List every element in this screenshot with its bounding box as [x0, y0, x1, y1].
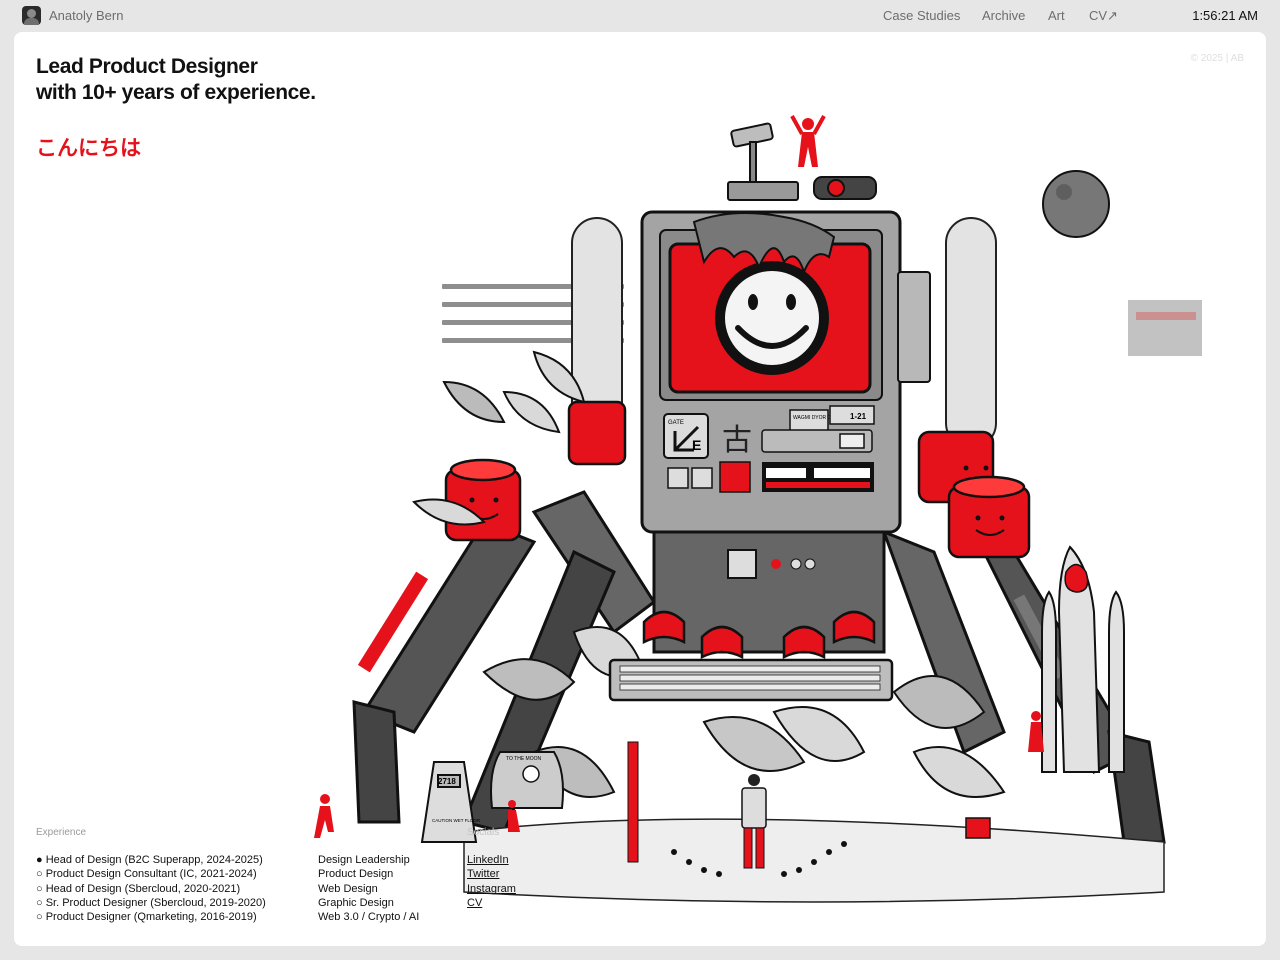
sticker-badge-icon [719, 461, 751, 493]
blurred-glitch-stripe [1136, 312, 1196, 320]
social-link-twitter[interactable]: Twitter [467, 868, 499, 880]
nav-case-studies[interactable]: Case Studies [883, 8, 960, 23]
red-box-icon [965, 817, 991, 839]
blurred-glitch-block [1128, 300, 1202, 356]
smiley-face-icon [715, 261, 829, 375]
kanji-sign: 古 [722, 423, 752, 458]
torso-light-red [771, 559, 781, 569]
nav-art[interactable]: Art [1048, 8, 1065, 23]
clock: 1:56:21 AM [1192, 8, 1258, 23]
caution-text: CAUTION WET FLOOR [432, 818, 481, 823]
headline: Lead Product Designer with 10+ years of … [36, 54, 316, 106]
robot-illustration: GATE E 古 WAGMI DYOR GM 1-21 2718 CAUTION… [314, 115, 1202, 903]
moon-icon [1042, 170, 1110, 238]
top-bar: Anatoly Bern Case Studies Archive Art CV… [0, 0, 1280, 32]
red-figure-cheering-icon [790, 115, 826, 167]
slider-knob [839, 433, 865, 449]
wagmi-text: WAGMI DYOR GM [793, 415, 836, 421]
torso-light-white-1 [790, 558, 802, 570]
experience-item: ○ Sr. Product Designer (Sbercloud, 2019-… [36, 896, 266, 909]
red-pole [627, 741, 639, 863]
socials-label: Socials [467, 827, 500, 838]
socials-list: LinkedIn Twitter Instagram CV [467, 853, 516, 910]
display-strip-block-left [766, 468, 806, 478]
torso-light-white-2 [804, 558, 816, 570]
skill-item: Product Design [318, 868, 394, 881]
skill-item: Web Design [318, 882, 378, 895]
skill-item: Graphic Design [318, 896, 394, 909]
moon-crater [1056, 184, 1072, 200]
nav-cv[interactable]: CV↗ [1089, 8, 1118, 24]
nav-archive[interactable]: Archive [982, 8, 1025, 23]
experience-item: ○ Product Designer (Qmarketing, 2016-201… [36, 911, 257, 924]
copyright: © 2025 | AB [1190, 53, 1244, 64]
skill-item: Web 3.0 / Crypto / AI [318, 911, 420, 924]
monitor-side-panel [897, 271, 931, 383]
avatar[interactable] [22, 6, 41, 25]
headline-line-1: Lead Product Designer [36, 55, 258, 78]
gate-letter: E [692, 437, 701, 453]
fan-icon [727, 549, 757, 579]
right-pillar [945, 217, 997, 449]
avatar-head-shape [27, 9, 36, 18]
experience-label: Experience [36, 827, 87, 838]
cctv-camera-icon [727, 122, 799, 201]
experience-item: ○ Product Design Consultant (IC, 2021-20… [36, 868, 257, 881]
webcam-icon [813, 176, 877, 200]
main-card: GATE E 古 WAGMI DYOR GM 1-21 2718 CAUTION… [14, 32, 1266, 946]
pod-porthole [522, 765, 540, 783]
avatar-shoulders-shape [24, 18, 39, 25]
social-link-cv[interactable]: CV [467, 897, 482, 909]
keyboard-keys [619, 665, 881, 691]
headline-line-2: with 10+ years of experience. [36, 81, 316, 104]
red-frog-icon [1064, 563, 1089, 593]
gate-number: 1-21 [850, 412, 867, 421]
pod-label: TO THE MOON [506, 756, 541, 762]
pause-badge-icon [691, 467, 713, 489]
caution-number: 2718 [438, 777, 456, 786]
display-strip-red-line [766, 482, 870, 488]
gate-label: GATE [668, 420, 684, 426]
greeting: こんにちは [36, 136, 141, 160]
owner-name[interactable]: Anatoly Bern [49, 8, 123, 23]
experience-item: ○ Head of Design (Sbercloud, 2020-2021) [36, 882, 241, 895]
skull-badge-icon [667, 467, 689, 489]
skills-list: Design Leadership Product Design Web Des… [318, 853, 419, 924]
social-link-linkedin[interactable]: LinkedIn [467, 854, 509, 866]
skill-item: Design Leadership [318, 854, 410, 866]
experience-item: ● Head of Design (B2C Superapp, 2024-202… [36, 854, 263, 866]
display-strip-block-right [814, 468, 870, 478]
experience-list: ● Head of Design (B2C Superapp, 2024-202… [36, 853, 266, 924]
social-link-instagram[interactable]: Instagram [467, 883, 516, 895]
